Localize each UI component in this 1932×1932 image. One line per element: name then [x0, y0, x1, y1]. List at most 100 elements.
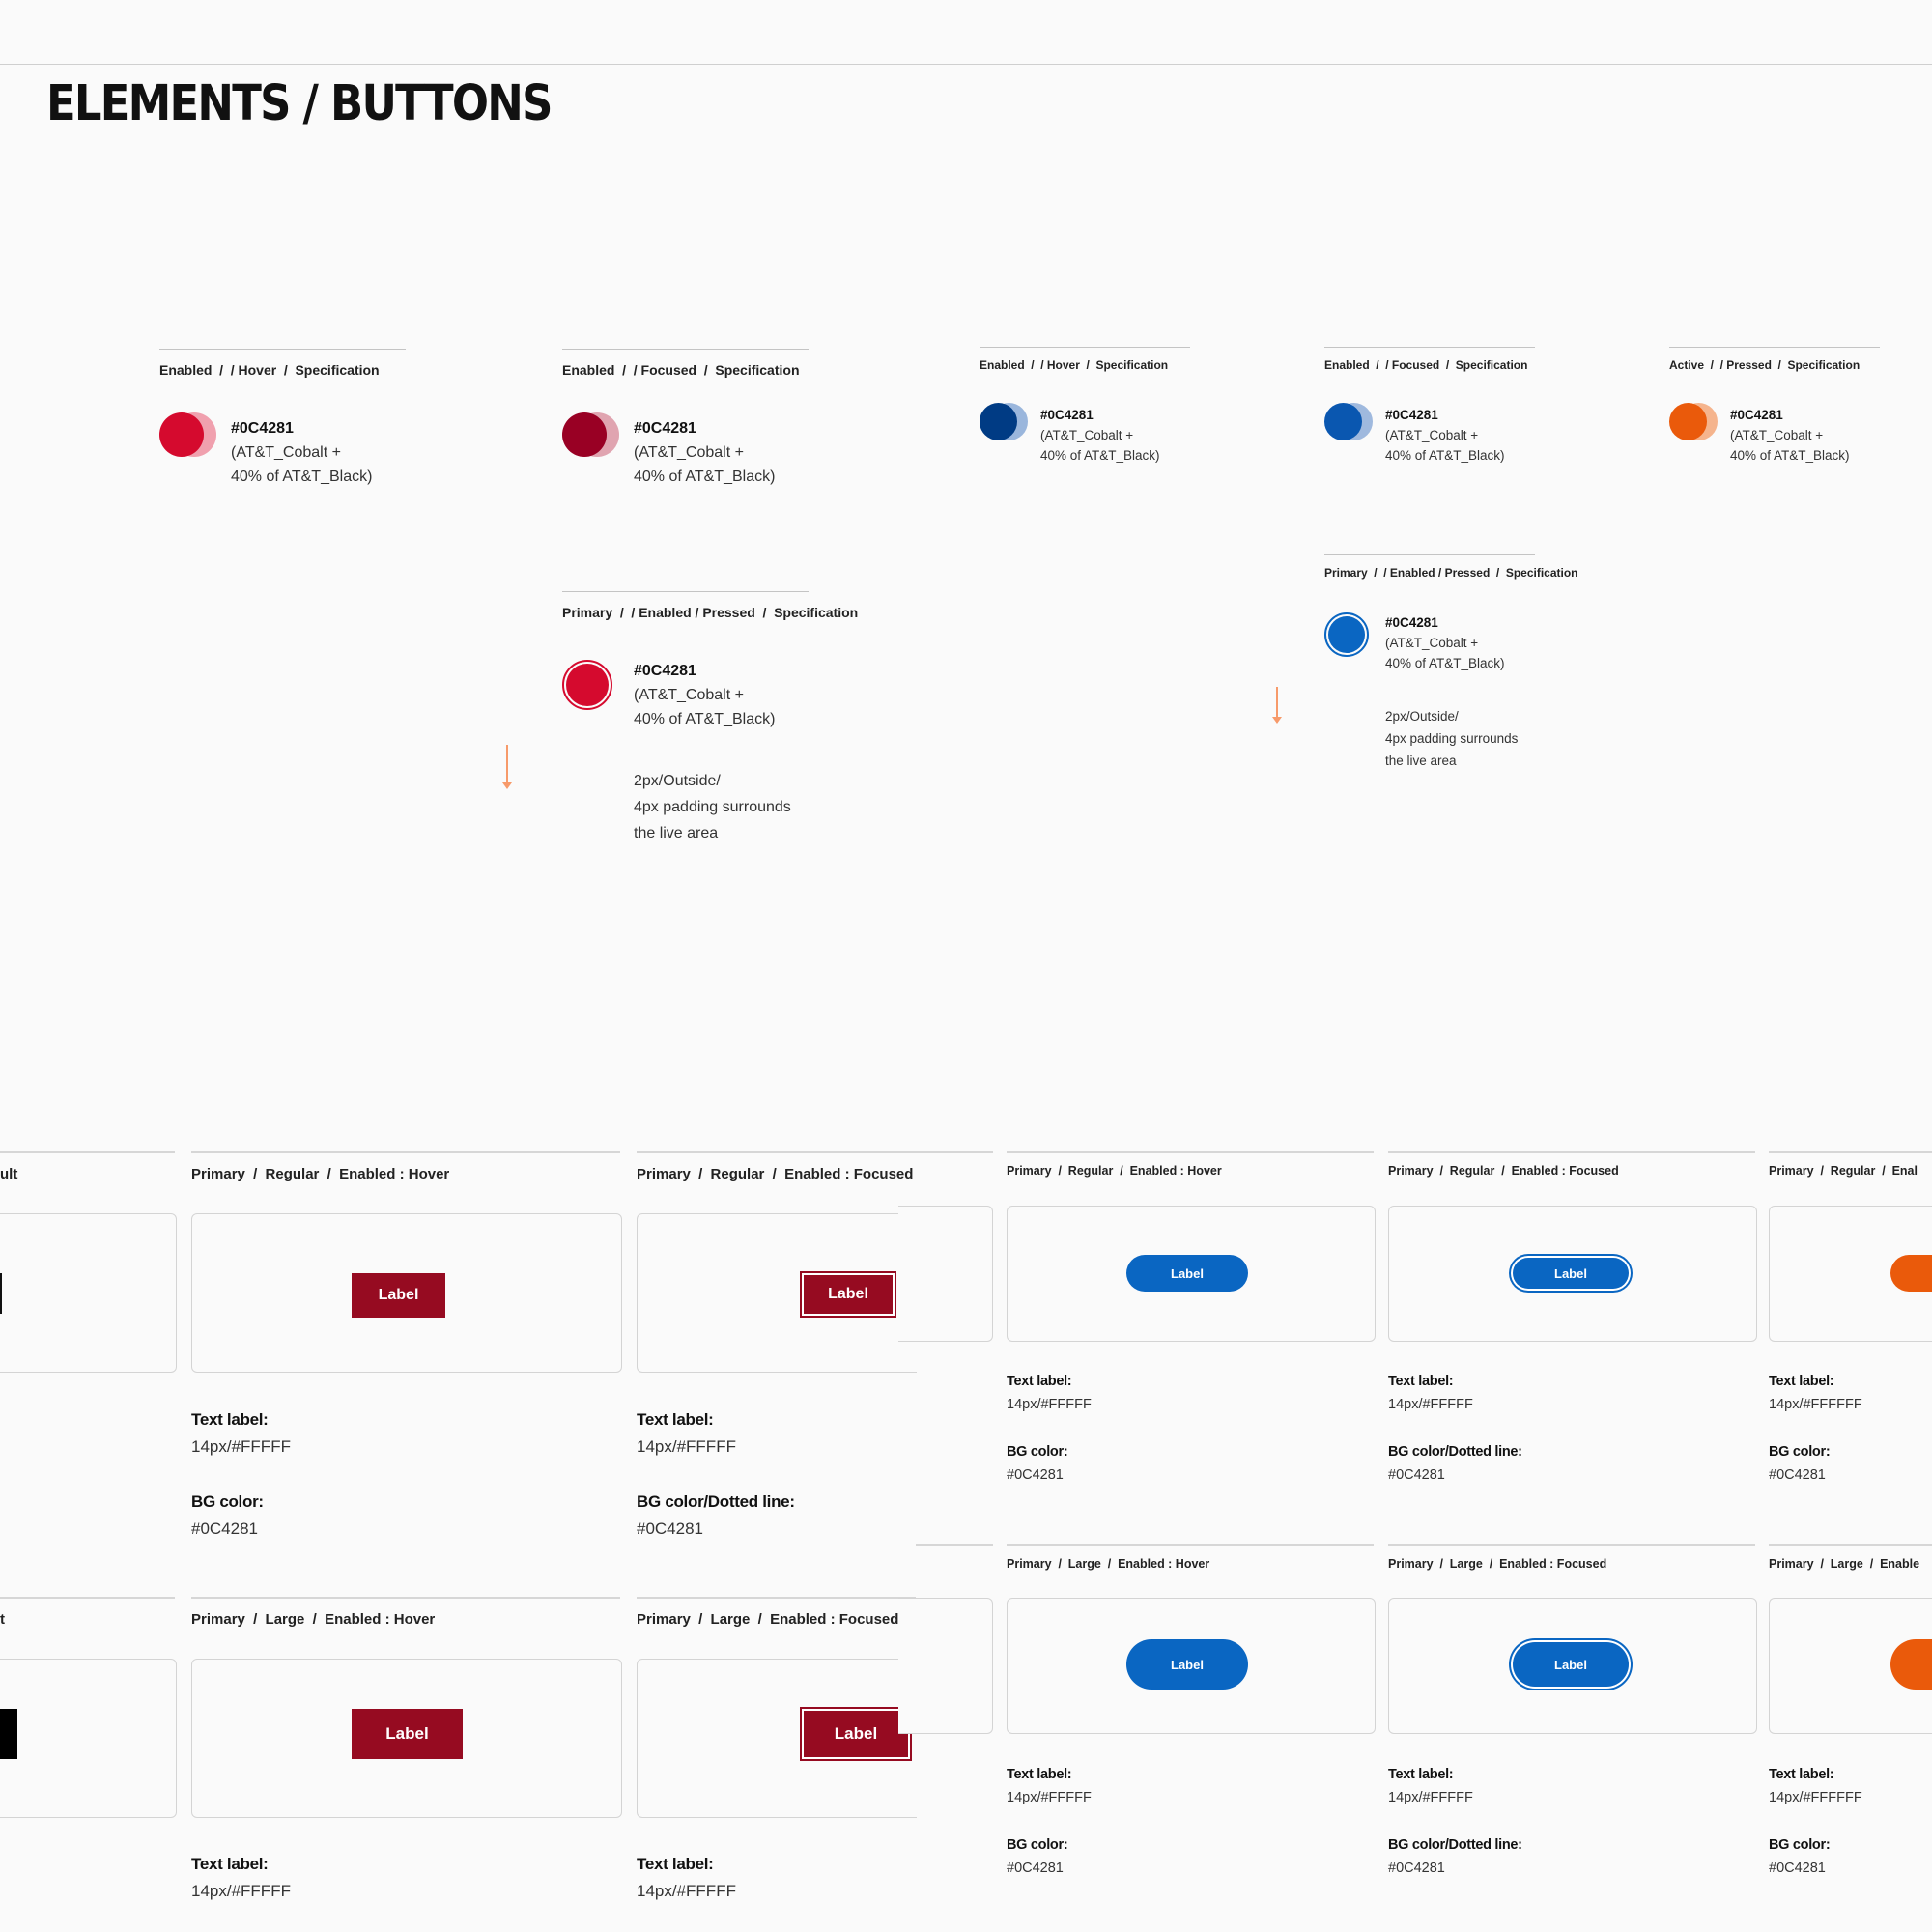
bg-color-heading: BG color:: [1769, 1444, 1831, 1460]
color-spec: #0C4281 (AT&T_Cobalt + 40% of AT&T_Black…: [1385, 613, 1505, 674]
color-hex: #0C4281: [634, 663, 696, 679]
header-part: Primary: [1769, 1164, 1814, 1178]
text-label-heading: Text label:: [637, 1855, 714, 1873]
page-title: ELEMENTS / BUTTONS: [46, 75, 553, 132]
bg-color-heading: BG color:: [1007, 1837, 1068, 1853]
color-swatch: [566, 664, 609, 706]
cell-header: Primary / Large / Enable: [1769, 1557, 1920, 1571]
header-part: Large: [1830, 1557, 1863, 1571]
header-part: Large: [1449, 1557, 1483, 1571]
bg-color-heading: BG color:: [1007, 1444, 1068, 1460]
bg-color-value: #0C4281: [1007, 1861, 1064, 1876]
color-swatch: [159, 412, 204, 457]
text-label-value: 14px/#FFFFF: [1388, 1790, 1473, 1805]
primary-button[interactable]: Label: [804, 1275, 893, 1314]
cell-divider: [637, 1151, 916, 1153]
header-part: / Pressed: [1719, 358, 1772, 372]
text-label-heading: Text label:: [1388, 1767, 1454, 1782]
header-part: Regular: [1067, 1164, 1114, 1178]
header-part: / Focused: [633, 362, 697, 378]
color-desc: (AT&T_Cobalt +: [231, 443, 341, 461]
section-divider: [1669, 347, 1880, 348]
cell-header: Primary / Large / Enabled : Hover: [191, 1611, 436, 1628]
header-part: Enabled : Hover: [1129, 1164, 1222, 1178]
section-header: Primary / / Enabled / Pressed / Specificatio…: [562, 605, 859, 620]
color-spec: #0C4281 (AT&T_Cobalt + 40% of AT&T_Black…: [1385, 406, 1505, 467]
color-swatch: [1669, 403, 1707, 440]
color-desc: 40% of AT&T_Black): [1385, 447, 1505, 463]
header-part: Primary: [637, 1611, 691, 1628]
primary-button[interactable]: Label: [1126, 1639, 1248, 1690]
header-part: Primary: [191, 1166, 245, 1182]
primary-button[interactable]: Label: [352, 1273, 445, 1318]
color-desc: (AT&T_Cobalt +: [634, 686, 744, 703]
primary-button[interactable]: [0, 1709, 17, 1759]
section-divider: [980, 347, 1190, 348]
header-part: Regular: [1830, 1164, 1876, 1178]
color-swatch: [1328, 616, 1365, 653]
header-part: / Hover: [230, 362, 277, 378]
color-desc: 40% of AT&T_Black): [634, 468, 776, 485]
header-part: / Hover: [1040, 358, 1080, 372]
bg-color-value: #0C4281: [1769, 1861, 1826, 1876]
primary-button[interactable]: Label: [1126, 1255, 1248, 1292]
primary-button[interactable]: [1890, 1639, 1932, 1690]
header-part: Enabled: [980, 358, 1025, 372]
bg-color-heading: BG color:: [191, 1492, 264, 1511]
primary-button[interactable]: [0, 1273, 2, 1314]
bg-color-heading: BG color/Dotted line:: [637, 1492, 795, 1511]
header-part: Large: [265, 1611, 305, 1628]
header-part: Primary: [1388, 1164, 1434, 1178]
color-hex: #0C4281: [231, 420, 294, 437]
text-label-heading: Text label:: [1007, 1374, 1072, 1389]
cell-divider: [1007, 1544, 1374, 1546]
text-label-heading: Text label:: [1769, 1374, 1834, 1389]
color-desc: 40% of AT&T_Black): [1730, 447, 1850, 463]
primary-button[interactable]: Label: [1513, 1258, 1629, 1289]
header-part: Regular: [265, 1166, 320, 1182]
text-label-heading: Text label:: [1769, 1767, 1834, 1782]
header-part: Primary: [1769, 1557, 1814, 1571]
header-part: Primary: [562, 605, 613, 620]
cell-header: Primary / Regular / Enabled : Hover: [191, 1166, 450, 1182]
cell-divider: [1007, 1151, 1374, 1153]
header-part: Enal: [1891, 1164, 1918, 1178]
primary-button[interactable]: Label: [352, 1709, 463, 1759]
header-part: Enable: [1880, 1557, 1920, 1571]
cell-divider: [916, 1544, 993, 1546]
header-part: Specification: [295, 362, 380, 378]
note-line: 2px/Outside/: [634, 773, 721, 789]
primary-button[interactable]: Label: [804, 1711, 908, 1757]
cell-divider: [1769, 1151, 1932, 1153]
bg-color-value: #0C4281: [1388, 1467, 1445, 1483]
color-desc: (AT&T_Cobalt +: [1730, 427, 1824, 442]
section-divider: [1324, 347, 1535, 348]
color-desc: (AT&T_Cobalt +: [1040, 427, 1134, 442]
header-part: Enabled: [159, 362, 213, 378]
section-header: Active / / Pressed / Specification: [1669, 358, 1861, 372]
section-header: Enabled / / Hover / Specification: [159, 362, 380, 378]
color-spec: #0C4281 (AT&T_Cobalt + 40% of AT&T_Black…: [634, 660, 775, 731]
header-part: Primary: [1388, 1557, 1434, 1571]
header-part: Active: [1669, 358, 1705, 372]
arrow-down-icon: [1272, 687, 1282, 724]
color-desc: (AT&T_Cobalt +: [1385, 427, 1479, 442]
color-hex: #0C4281: [1385, 615, 1438, 630]
text-label-value: 14px/#FFFFF: [191, 1437, 291, 1456]
bg-color-value: #0C4281: [1007, 1467, 1064, 1483]
bg-color-heading: BG color/Dotted line:: [1388, 1837, 1522, 1853]
section-divider: [562, 591, 809, 592]
cell-header: Primary / Regular / Enal: [1769, 1164, 1918, 1178]
header-part: Specification: [774, 605, 859, 620]
header-part: Primary: [1007, 1164, 1052, 1178]
bg-color-heading: BG color/Dotted line:: [1388, 1444, 1522, 1460]
header-part: Specification: [1787, 358, 1861, 372]
text-label-value: 14px/#FFFFFF: [1769, 1790, 1862, 1805]
text-label-heading: Text label:: [1388, 1374, 1454, 1389]
cell-header: Primary / Regular / Enabled : Hover: [1007, 1164, 1222, 1178]
primary-button[interactable]: Label: [1513, 1642, 1629, 1687]
primary-button[interactable]: [1890, 1255, 1932, 1292]
header-part: Enabled : Hover: [339, 1166, 450, 1182]
note-line: 4px padding surrounds: [1385, 730, 1519, 746]
text-label-value: 14px/#FFFFF: [637, 1437, 736, 1456]
